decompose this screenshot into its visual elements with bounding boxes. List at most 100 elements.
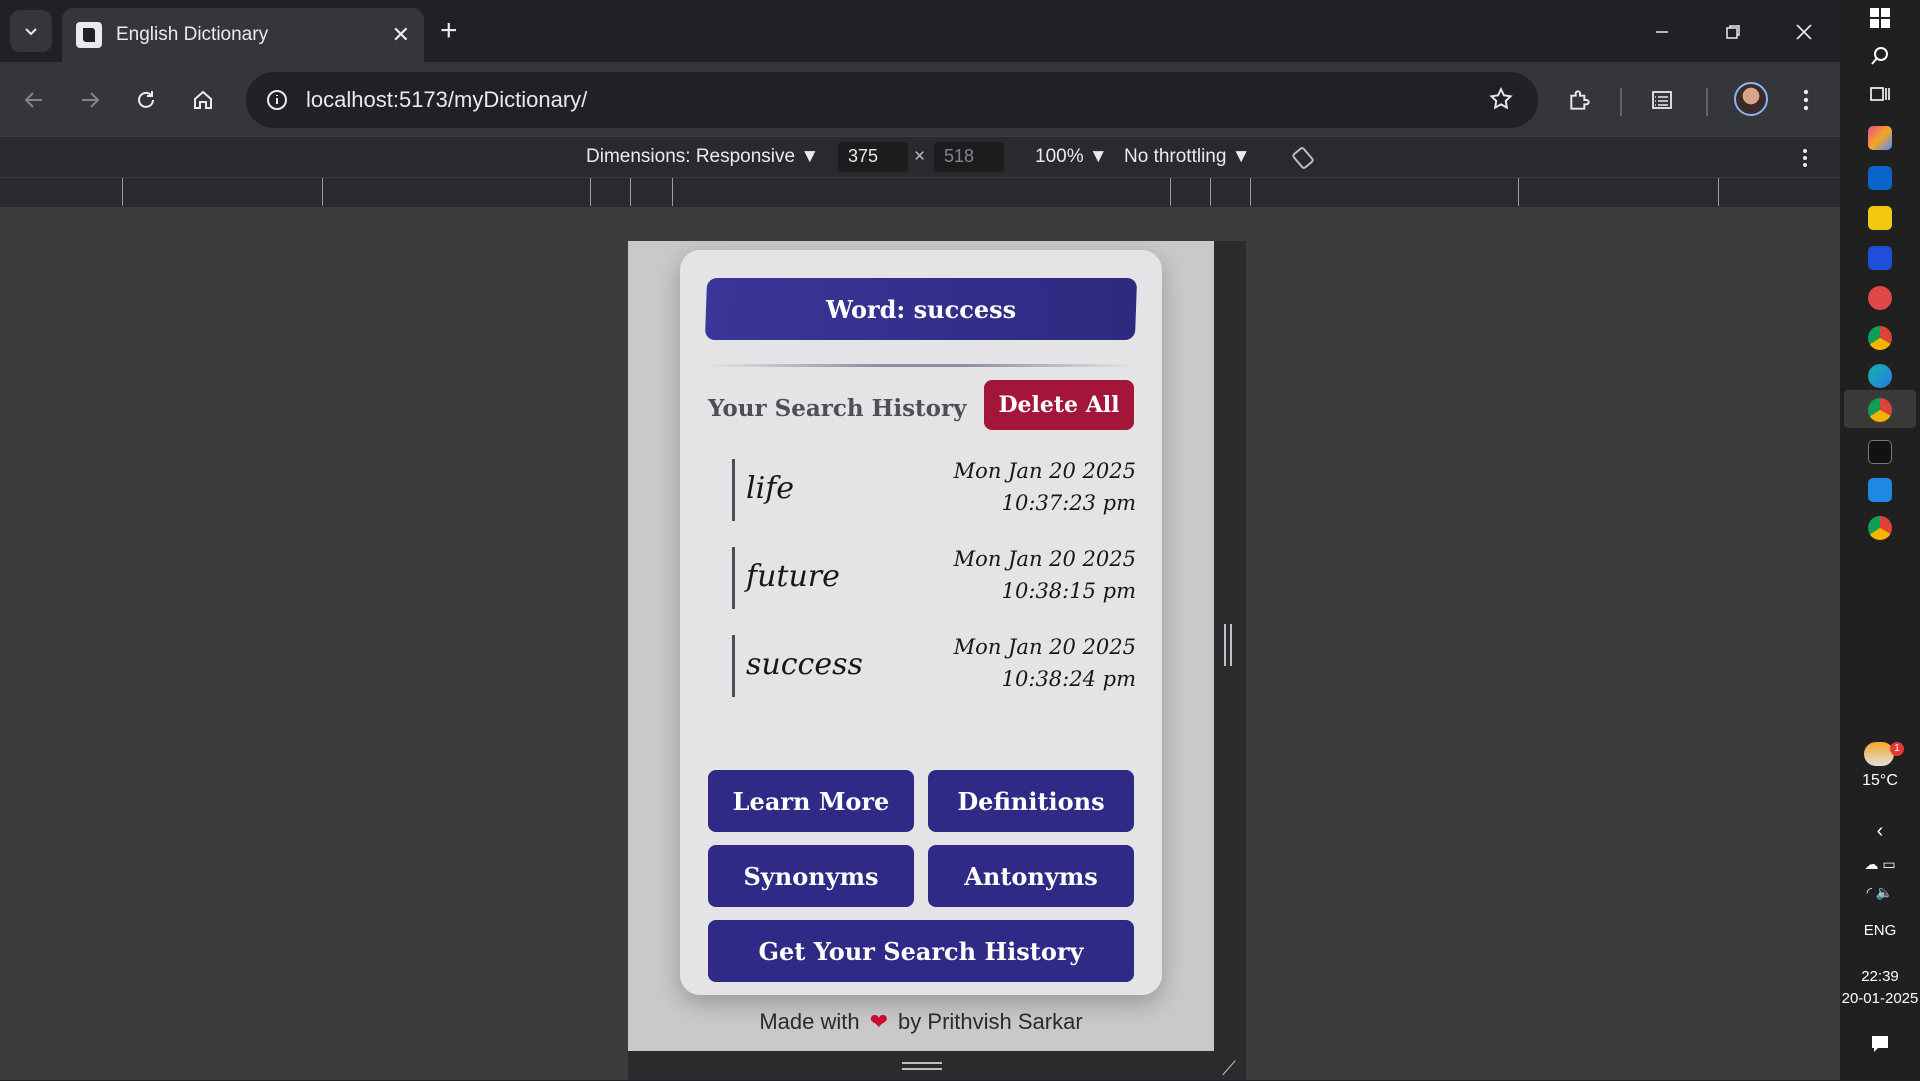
task-view-icon[interactable] <box>1870 84 1890 104</box>
browser-toolbar: localhost:5173/myDictionary/ <box>0 62 1840 136</box>
reload-button[interactable] <box>126 80 166 120</box>
browser-menu-button[interactable] <box>1786 80 1826 120</box>
history-item[interactable]: life Mon Jan 20 2025 10:37:23 pm <box>732 455 1136 543</box>
network-volume-icons[interactable]: ◜ 🔈 <box>1840 884 1920 901</box>
clock-time[interactable]: 22:39 <box>1840 968 1920 985</box>
app-red-icon[interactable] <box>1868 286 1892 310</box>
dropdown-arrow-icon: ▼ <box>1231 146 1251 167</box>
clock-date[interactable]: 20-01-2025 <box>1840 990 1920 1007</box>
dropdown-arrow-icon: ▼ <box>1088 146 1108 167</box>
dimensions-dropdown[interactable]: Dimensions: Responsive ▼ <box>586 146 819 168</box>
search-icon[interactable] <box>1870 46 1890 66</box>
terminal-icon[interactable] <box>1868 440 1892 464</box>
reading-list-icon <box>1652 91 1672 109</box>
address-bar[interactable]: localhost:5173/myDictionary/ <box>246 72 1538 128</box>
chevron-down-icon <box>25 28 37 36</box>
puzzle-icon <box>1570 90 1590 110</box>
new-tab-button[interactable]: + <box>440 14 458 48</box>
file-explorer-icon[interactable] <box>1868 206 1892 230</box>
language-indicator[interactable]: ENG <box>1840 922 1920 939</box>
restore-button[interactable] <box>1713 12 1753 52</box>
zoom-dropdown[interactable]: 100% ▼ <box>1035 146 1108 168</box>
width-input[interactable]: 375 <box>838 142 908 172</box>
media-query-ruler <box>0 178 1840 208</box>
history-item[interactable]: future Mon Jan 20 2025 10:38:15 pm <box>732 543 1136 631</box>
app-l-icon[interactable] <box>1868 246 1892 270</box>
close-tab-icon[interactable]: ✕ <box>392 22 410 48</box>
delete-all-button[interactable]: Delete All <box>984 380 1134 430</box>
extensions-button[interactable] <box>1560 80 1600 120</box>
notifications-icon[interactable] <box>1870 1034 1890 1054</box>
forward-button[interactable] <box>70 80 110 120</box>
profile-avatar[interactable] <box>1734 82 1768 116</box>
more-vertical-icon <box>1803 89 1809 111</box>
home-button[interactable] <box>183 80 223 120</box>
history-timestamp: Mon Jan 20 2025 10:37:23 pm <box>953 459 1136 515</box>
dropdown-arrow-icon: ▼ <box>800 146 820 167</box>
times-icon: × <box>914 146 926 167</box>
tab-title: English Dictionary <box>116 24 269 45</box>
synonyms-button[interactable]: Synonyms <box>708 845 914 907</box>
chrome-icon[interactable] <box>1868 398 1892 422</box>
history-item-bar <box>732 459 735 521</box>
get-search-history-button[interactable]: Get Your Search History <box>708 920 1134 982</box>
outlook-icon[interactable] <box>1868 166 1892 190</box>
history-word: success <box>746 647 863 682</box>
vscode-icon[interactable] <box>1868 478 1892 502</box>
close-icon <box>1796 24 1812 40</box>
info-icon[interactable] <box>266 89 288 111</box>
corner-resize-handle[interactable]: ⟋ <box>1222 1058 1236 1081</box>
url-text: localhost:5173/myDictionary/ <box>306 87 588 112</box>
learn-more-button[interactable]: Learn More <box>708 770 914 832</box>
current-word-banner: Word: success <box>704 278 1138 340</box>
more-vertical-icon[interactable] <box>1802 147 1808 169</box>
copilot-icon[interactable] <box>1868 126 1892 150</box>
arrow-left-icon <box>24 92 42 108</box>
minimize-button[interactable] <box>1642 12 1682 52</box>
arrow-right-icon <box>82 92 100 108</box>
history-word: life <box>746 471 795 506</box>
weather-temperature: 15°C <box>1862 772 1898 789</box>
reading-list-button[interactable] <box>1642 80 1682 120</box>
windows-start-icon[interactable] <box>1870 8 1890 28</box>
width-resize-handle[interactable] <box>1224 624 1232 666</box>
restore-icon <box>1726 25 1740 39</box>
minimize-icon <box>1656 31 1668 33</box>
toolbar-divider <box>1620 88 1622 116</box>
home-icon <box>194 90 212 109</box>
heart-icon: ❤ <box>869 1009 889 1034</box>
chrome-icon[interactable] <box>1868 326 1892 350</box>
tab-search-button[interactable] <box>10 10 52 52</box>
history-item-bar <box>732 547 735 609</box>
history-item-bar <box>732 635 735 697</box>
history-item[interactable]: success Mon Jan 20 2025 10:38:24 pm <box>732 631 1136 719</box>
antonyms-button[interactable]: Antonyms <box>928 845 1134 907</box>
definitions-button[interactable]: Definitions <box>928 770 1134 832</box>
tray-icons[interactable]: ☁ ▭ <box>1840 856 1920 873</box>
close-window-button[interactable] <box>1784 12 1824 52</box>
history-timestamp: Mon Jan 20 2025 10:38:24 pm <box>953 635 1136 691</box>
height-resize-handle[interactable] <box>902 1062 942 1070</box>
edge-icon[interactable] <box>1868 364 1892 388</box>
history-word: future <box>746 559 840 594</box>
reload-icon <box>138 91 154 108</box>
browser-tab[interactable]: English Dictionary ✕ <box>62 8 424 62</box>
rotate-icon[interactable] <box>1290 145 1316 171</box>
dictionary-card: Word: success Your Search History Delete… <box>680 250 1162 995</box>
toolbar-divider <box>1706 88 1708 116</box>
book-icon <box>76 22 102 48</box>
windows-taskbar: 1 15°C ‹ ☁ ▭ ◜ 🔈 ENG 22:39 20-01-2025 <box>1840 0 1920 1080</box>
history-timestamp: Mon Jan 20 2025 10:38:15 pm <box>953 547 1136 603</box>
weather-badge: 1 <box>1890 742 1904 756</box>
emulated-page: Word: success Your Search History Delete… <box>628 241 1214 1051</box>
divider <box>706 364 1136 367</box>
chevron-left-icon[interactable]: ‹ <box>1840 820 1920 843</box>
history-list: life Mon Jan 20 2025 10:37:23 pm future M… <box>732 455 1136 719</box>
page-footer: Made with ❤ by Prithvish Sarkar <box>759 1009 1083 1034</box>
search-history-heading: Your Search History <box>708 395 967 422</box>
back-button[interactable] <box>14 80 54 120</box>
bookmark-star-icon[interactable] <box>1488 86 1514 112</box>
throttling-dropdown[interactable]: No throttling ▼ <box>1124 146 1251 168</box>
chrome-icon[interactable] <box>1868 516 1892 540</box>
height-input[interactable]: 518 <box>934 142 1004 172</box>
